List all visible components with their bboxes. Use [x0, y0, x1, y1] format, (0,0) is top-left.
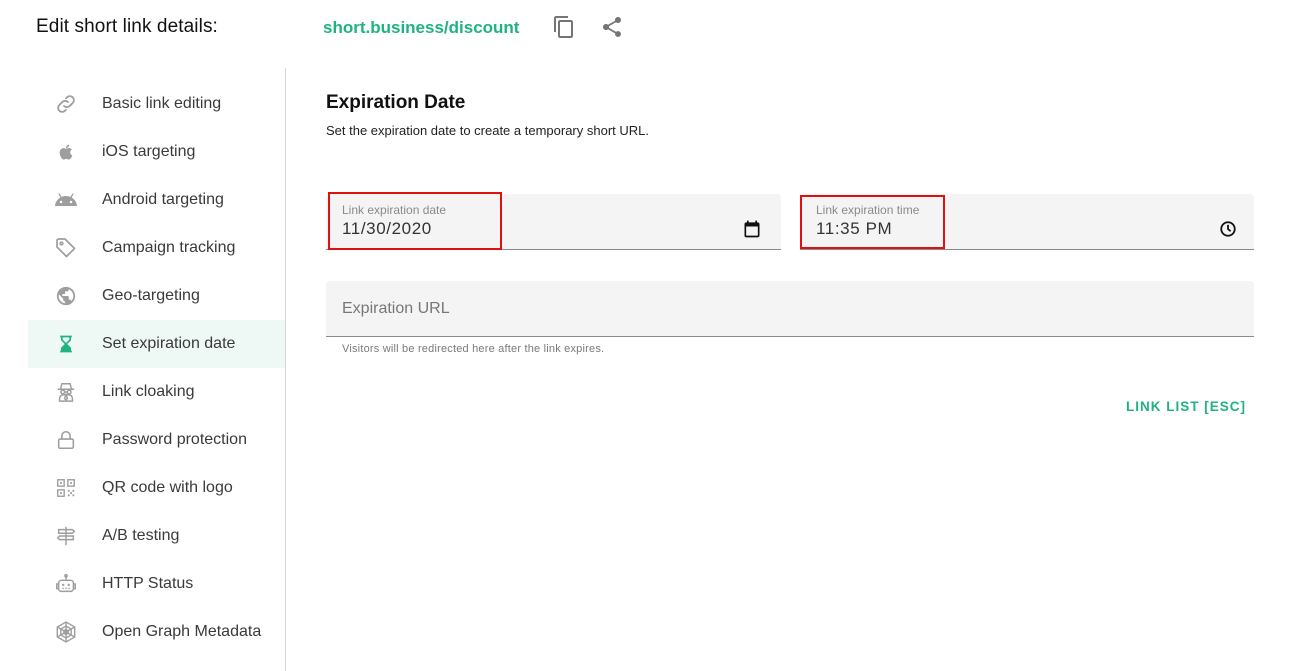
sidebar-item-label: Set expiration date	[102, 335, 236, 352]
sidebar-item-label: Geo-targeting	[102, 287, 200, 304]
section-subtitle: Set the expiration date to create a temp…	[326, 123, 650, 138]
hourglass-icon	[54, 332, 78, 356]
globe-icon	[54, 284, 78, 308]
android-icon	[54, 188, 78, 212]
robot-icon	[54, 572, 78, 596]
clock-icon[interactable]	[1219, 220, 1237, 238]
sidebar-item-label: QR code with logo	[102, 479, 233, 496]
sidebar-item-label: Campaign tracking	[102, 239, 236, 256]
sidebar: Basic link editing iOS targeting Android…	[28, 68, 286, 671]
link-icon	[54, 92, 78, 116]
apple-icon	[54, 140, 78, 164]
link-list-button[interactable]: LINK LIST [ESC]	[1126, 399, 1246, 414]
copy-icon[interactable]	[552, 15, 576, 39]
sidebar-item-set-expiration-date[interactable]: Set expiration date	[28, 320, 285, 368]
expiration-url-input[interactable]: Expiration URL	[326, 281, 1254, 337]
sidebar-item-ios-targeting[interactable]: iOS targeting	[28, 128, 285, 176]
expiration-url-hint: Visitors will be redirected here after t…	[342, 343, 605, 355]
qr-code-icon	[54, 476, 78, 500]
sidebar-item-label: Basic link editing	[102, 95, 222, 112]
sidebar-item-label: Open Graph Metadata	[102, 623, 262, 640]
sidebar-item-link-cloaking[interactable]: Link cloaking	[28, 368, 285, 416]
link-expiration-time-field[interactable]: Link expiration time 11:35 PM	[800, 194, 1254, 250]
sidebar-item-label: A/B testing	[102, 527, 180, 544]
short-link[interactable]: short.business/discount	[323, 18, 519, 38]
spy-icon	[54, 380, 78, 404]
sidebar-item-label: HTTP Status	[102, 575, 194, 592]
sidebar-item-ab-testing[interactable]: A/B testing	[28, 512, 285, 560]
lock-icon	[54, 428, 78, 452]
share-icon[interactable]	[600, 15, 624, 39]
web-icon	[54, 620, 78, 644]
sidebar-item-android-targeting[interactable]: Android targeting	[28, 176, 285, 224]
sidebar-item-http-status[interactable]: HTTP Status	[28, 560, 285, 608]
sidebar-item-password-protection[interactable]: Password protection	[28, 416, 285, 464]
sidebar-item-label: Password protection	[102, 431, 247, 448]
calendar-icon[interactable]	[742, 219, 762, 239]
header: Edit short link details: short.business/…	[0, 0, 1292, 60]
sidebar-item-basic-link-editing[interactable]: Basic link editing	[28, 80, 285, 128]
date-field-label: Link expiration date	[342, 203, 447, 217]
sidebar-item-geo-targeting[interactable]: Geo-targeting	[28, 272, 285, 320]
expiration-url-placeholder: Expiration URL	[342, 300, 450, 317]
date-field-value: 11/30/2020	[342, 219, 432, 238]
sidebar-item-label: Android targeting	[102, 191, 224, 208]
page-title: Edit short link details:	[36, 16, 218, 37]
sidebar-item-open-graph-metadata[interactable]: Open Graph Metadata	[28, 608, 285, 656]
link-expiration-date-field[interactable]: Link expiration date 11/30/2020	[326, 194, 781, 250]
sidebar-item-qr-code-with-logo[interactable]: QR code with logo	[28, 464, 285, 512]
signpost-icon	[54, 524, 78, 548]
sidebar-item-label: iOS targeting	[102, 143, 196, 160]
time-field-label: Link expiration time	[816, 203, 920, 217]
tag-icon	[54, 236, 78, 260]
sidebar-item-label: Link cloaking	[102, 383, 195, 400]
sidebar-item-campaign-tracking[interactable]: Campaign tracking	[28, 224, 285, 272]
section-title: Expiration Date	[326, 92, 466, 113]
time-field-value: 11:35 PM	[816, 219, 893, 238]
